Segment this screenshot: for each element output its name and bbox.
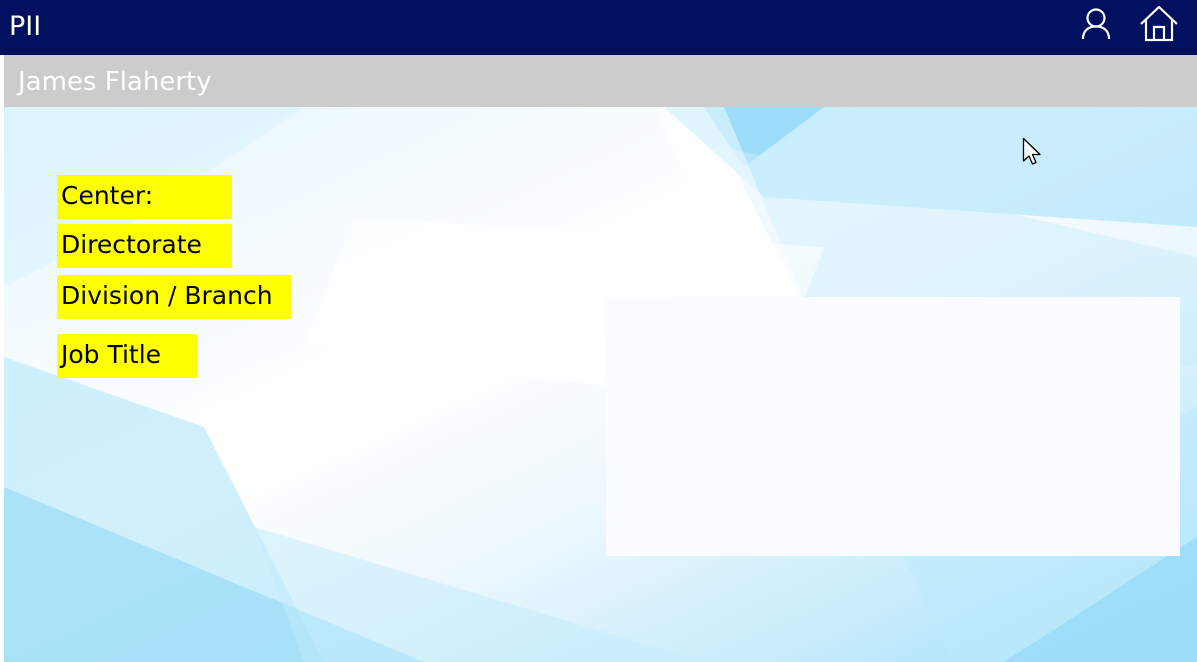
top-bar: PII [0,0,1197,55]
app-screen: PII James Flaherty Center: Directorate D… [0,0,1197,662]
mouse-cursor-icon [1022,137,1044,171]
details-panel [606,297,1180,556]
home-icon[interactable] [1139,4,1179,44]
app-title: PII [9,11,42,42]
employee-name: James Flaherty [18,67,212,97]
directorate-label: Directorate [57,224,232,268]
subheader-bar: James Flaherty [4,55,1197,107]
center-label: Center: [57,175,232,219]
job-title-label: Job Title [57,334,197,378]
user-icon[interactable] [1076,4,1116,44]
division-branch-label: Division / Branch [57,275,291,319]
